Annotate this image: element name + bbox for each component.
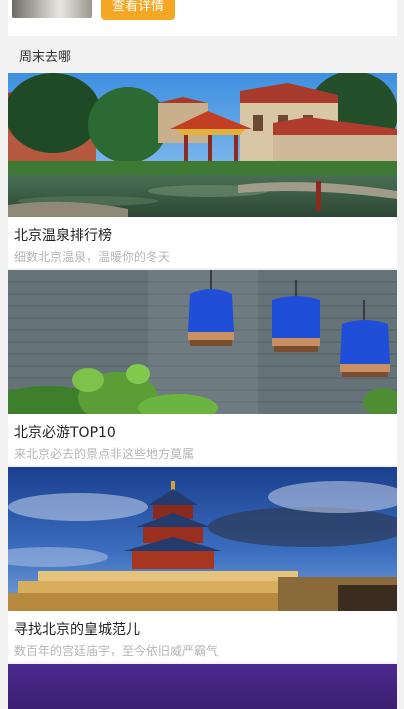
card-title[interactable]: 北京温泉排行榜: [14, 225, 112, 245]
weekend-page: 查看详情 周末去哪 北京温泉排行榜 细数北京温泉，温暖你的冬天 北京必游TOP1…: [0, 0, 404, 709]
section-title: 周末去哪: [19, 50, 72, 65]
previous-card-thumbnail: [12, 0, 92, 18]
view-details-button[interactable]: 查看详情: [101, 0, 175, 20]
list-item[interactable]: 北京必游TOP10 来北京必去的景点非这些地方莫属: [8, 270, 397, 465]
card-title[interactable]: 寻找北京的皇城范儿: [14, 619, 140, 639]
list-item[interactable]: 寻找北京的皇城范儿 数百年的宫廷庙宇，至今依旧威严霸气: [8, 467, 397, 662]
card-subtitle: 细数北京温泉，温暖你的冬天: [14, 250, 171, 264]
previous-card[interactable]: 查看详情: [8, 0, 397, 36]
list-item[interactable]: 北京温泉排行榜 细数北京温泉，温暖你的冬天: [8, 73, 397, 268]
temple-of-heaven-image[interactable]: [8, 467, 397, 611]
section-header: 周末去哪: [8, 36, 397, 73]
card-subtitle: 数百年的宫廷庙宇，至今依旧威严霸气: [14, 644, 219, 658]
garden-pavilion-image[interactable]: [8, 73, 397, 217]
birdcage-wall-image[interactable]: [8, 270, 397, 414]
card-subtitle: 来北京必去的景点非这些地方莫属: [14, 447, 195, 461]
card-title[interactable]: 北京必游TOP10: [14, 422, 116, 442]
next-card-image[interactable]: [8, 664, 397, 709]
